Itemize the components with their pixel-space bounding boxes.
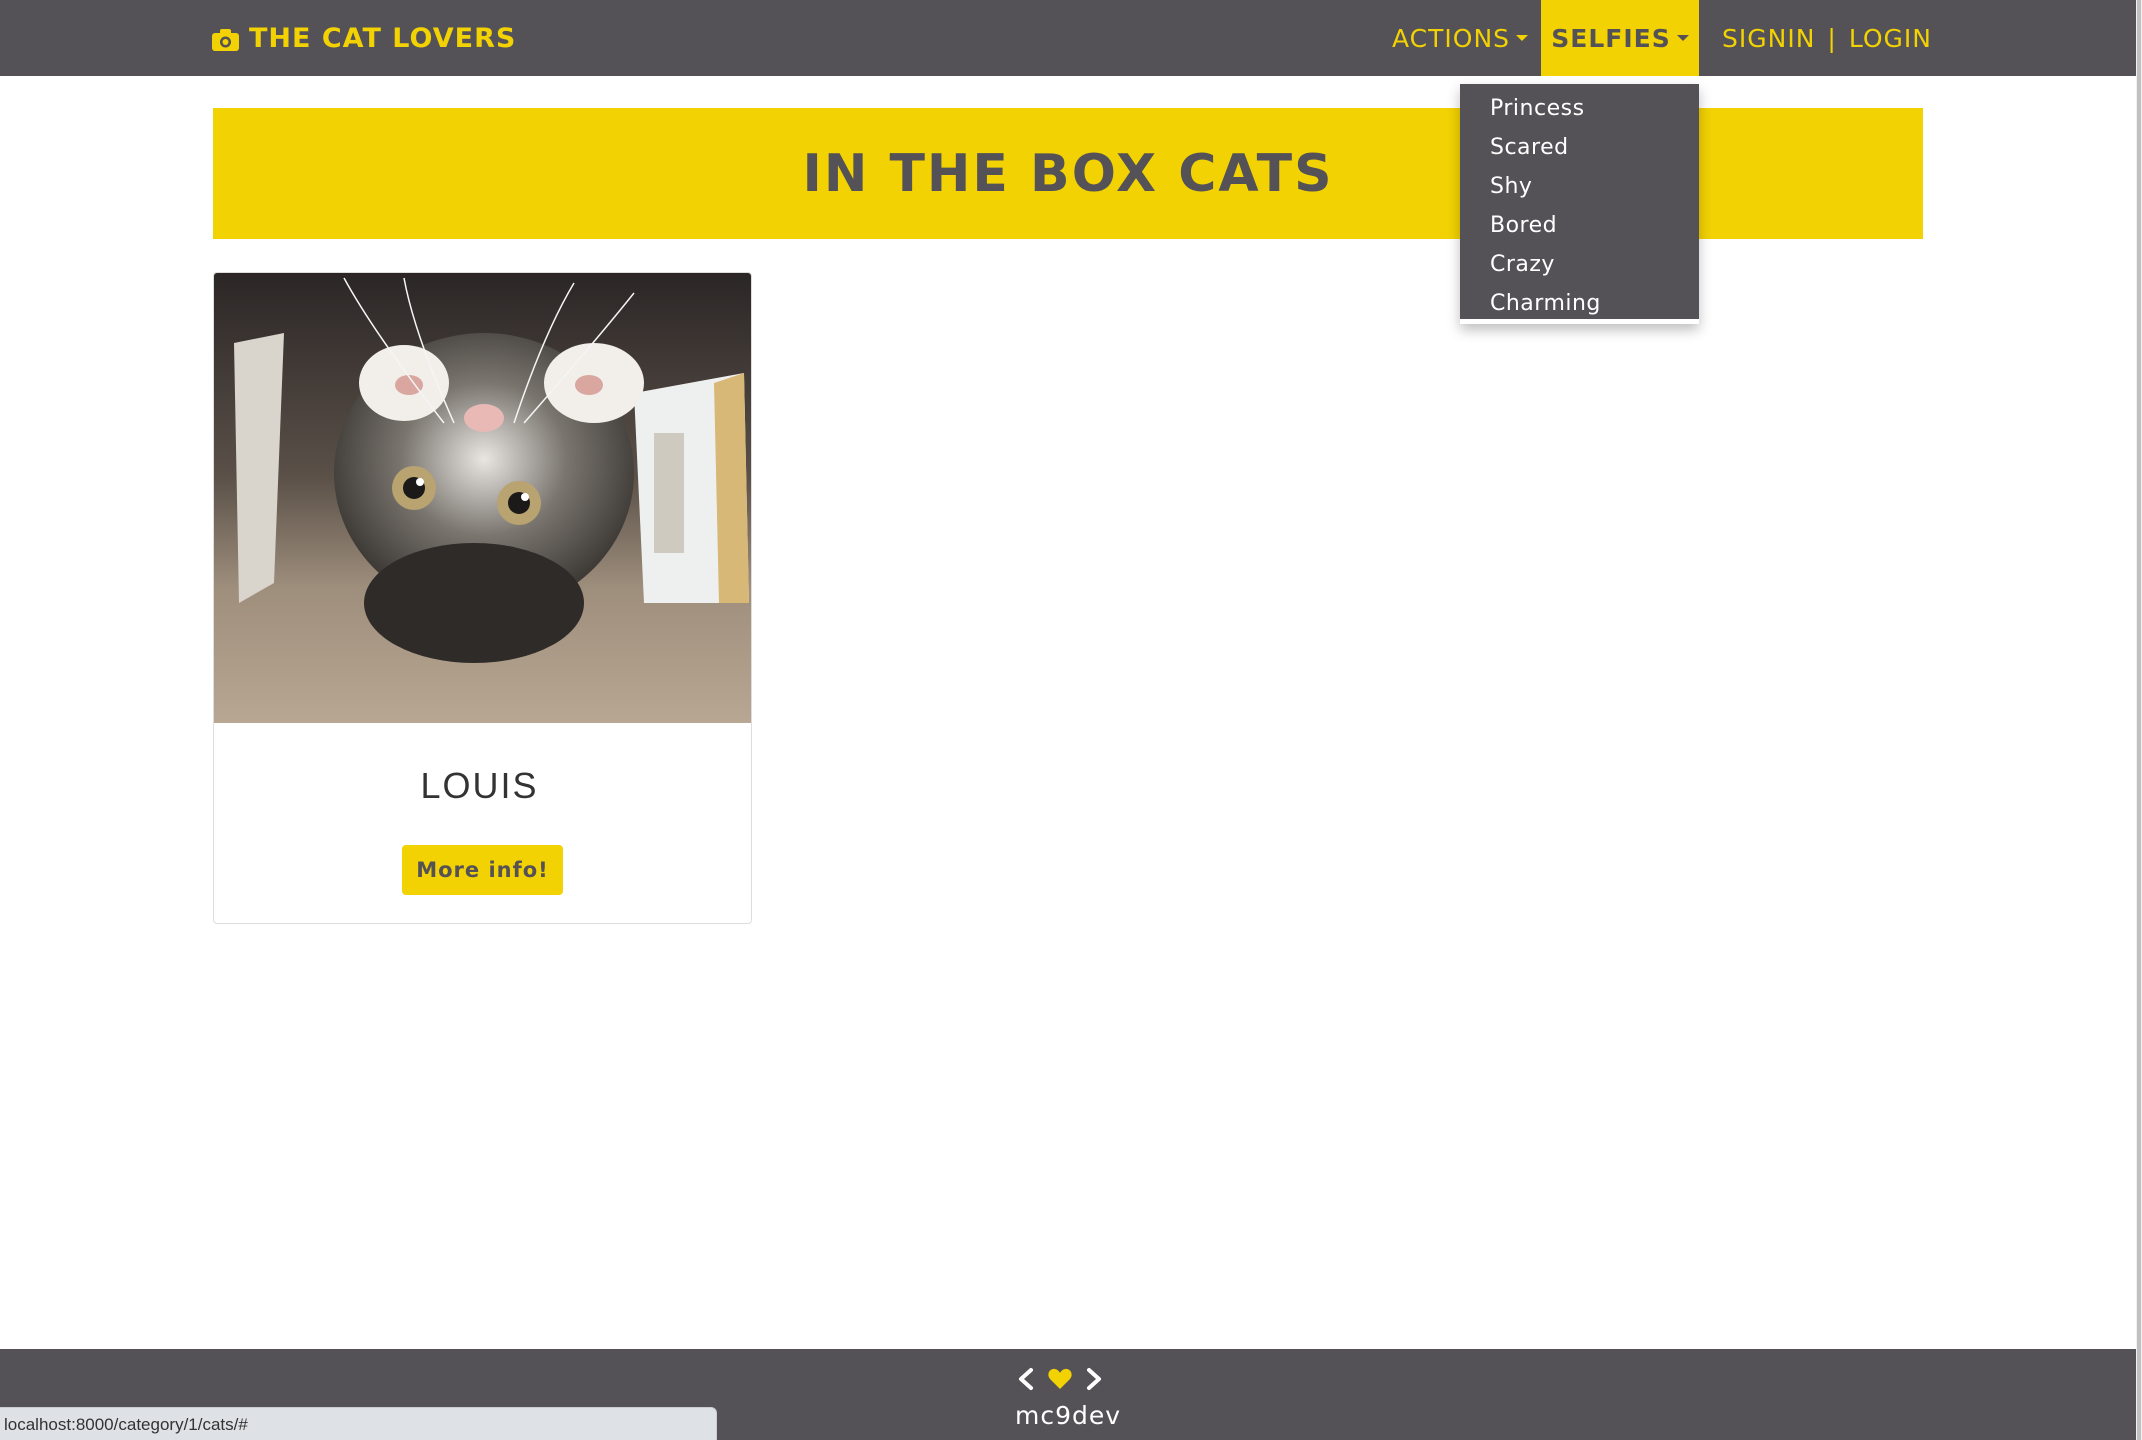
auth-separator: | (1827, 23, 1837, 53)
menu-item-scared[interactable]: Scared (1460, 128, 1699, 167)
cat-card: LOUIS More info! (213, 272, 752, 924)
caret-down-icon (1676, 35, 1689, 41)
navbar: THE CAT LOVERS ACTIONS SELFIES SIGNIN | … (0, 0, 2136, 76)
page-title: IN THE BOX CATS (802, 143, 1334, 204)
nav-actions-label: ACTIONS (1392, 23, 1511, 53)
scrollbar-thumb[interactable] (2137, 0, 2141, 1440)
brand-link[interactable]: THE CAT LOVERS (212, 0, 516, 76)
footer-icons (1016, 1367, 1116, 1395)
nav-auth: SIGNIN | LOGIN (1722, 0, 1932, 76)
more-info-button[interactable]: More info! (402, 845, 563, 895)
menu-item-shy[interactable]: Shy (1460, 167, 1699, 206)
status-bar-url: localhost:8000/category/1/cats/# (0, 1407, 717, 1440)
selfies-dropdown-menu: Princess Scared Shy Bored Crazy Charming (1460, 84, 1699, 324)
nav-actions-dropdown[interactable]: ACTIONS (1392, 0, 1529, 76)
caret-down-icon (1516, 35, 1529, 41)
menu-item-charming[interactable]: Charming (1460, 284, 1699, 323)
chevron-right-icon[interactable] (1084, 1367, 1104, 1395)
login-link[interactable]: LOGIN (1849, 24, 1932, 53)
menu-item-bored[interactable]: Bored (1460, 206, 1699, 245)
page: THE CAT LOVERS ACTIONS SELFIES SIGNIN | … (0, 0, 2142, 1440)
heart-icon[interactable] (1047, 1367, 1073, 1395)
chevron-left-icon[interactable] (1016, 1367, 1036, 1395)
menu-item-princess[interactable]: Princess (1460, 89, 1699, 128)
camera-icon (212, 27, 239, 51)
signin-link[interactable]: SIGNIN (1722, 24, 1815, 53)
nav-selfies-label: SELFIES (1551, 23, 1671, 53)
nav-selfies-dropdown[interactable]: SELFIES (1541, 0, 1699, 76)
menu-item-crazy[interactable]: Crazy (1460, 245, 1699, 284)
cat-name: LOUIS (420, 765, 539, 806)
brand-text: THE CAT LOVERS (249, 22, 517, 54)
kitten-in-box-photo (214, 273, 751, 723)
